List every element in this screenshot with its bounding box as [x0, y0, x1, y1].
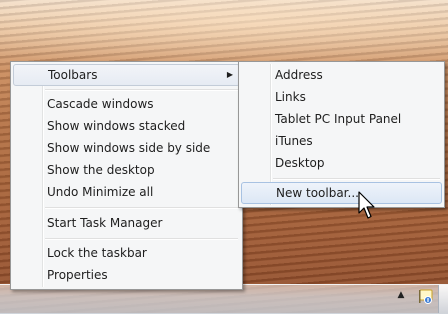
menu-item-show-windows-stacked[interactable]: Show windows stacked	[13, 115, 240, 137]
submenu-item-new-toolbar[interactable]: New toolbar...	[241, 182, 442, 204]
menu-item-label: Lock the taskbar	[47, 246, 147, 260]
menu-item-lock-taskbar[interactable]: Lock the taskbar	[13, 242, 240, 264]
menu-item-label: Desktop	[275, 156, 325, 170]
show-hidden-icons-button[interactable]: ▲	[396, 289, 406, 301]
menu-separator	[45, 238, 238, 240]
submenu-item-tablet-pc-input-panel[interactable]: Tablet PC Input Panel	[241, 108, 442, 130]
menu-item-start-task-manager[interactable]: Start Task Manager	[13, 212, 240, 234]
menu-item-show-windows-side-by-side[interactable]: Show windows side by side	[13, 137, 240, 159]
menu-item-label: Start Task Manager	[47, 216, 163, 230]
menu-item-properties[interactable]: Properties	[13, 264, 240, 286]
taskbar-context-menu: Toolbars ▶ Cascade windows Show windows …	[10, 61, 243, 290]
menu-item-label: Undo Minimize all	[47, 185, 154, 199]
menu-item-toolbars[interactable]: Toolbars ▶	[13, 64, 240, 86]
menu-item-label: iTunes	[275, 134, 313, 148]
show-desktop-button[interactable]	[438, 285, 448, 313]
menu-item-cascade-windows[interactable]: Cascade windows	[13, 93, 240, 115]
menu-item-label: Show windows stacked	[47, 119, 186, 133]
menu-item-label: Show the desktop	[47, 163, 155, 177]
submenu-item-address[interactable]: Address	[241, 64, 442, 86]
menu-item-label: Cascade windows	[47, 97, 154, 111]
menu-item-label: Address	[275, 68, 323, 82]
menu-item-label: Properties	[47, 268, 108, 282]
menu-item-show-desktop[interactable]: Show the desktop	[13, 159, 240, 181]
submenu-item-desktop[interactable]: Desktop	[241, 152, 442, 174]
submenu-item-itunes[interactable]: iTunes	[241, 130, 442, 152]
menu-item-label: Show windows side by side	[47, 141, 211, 155]
submenu-item-links[interactable]: Links	[241, 86, 442, 108]
action-center-flag-icon[interactable]	[416, 287, 434, 305]
menu-item-label: Toolbars	[48, 68, 98, 82]
chevron-right-icon: ▶	[226, 70, 233, 79]
menu-separator	[45, 89, 238, 91]
menu-separator	[45, 207, 238, 209]
menu-item-label: New toolbar...	[276, 186, 359, 200]
mouse-pointer-icon	[358, 191, 378, 221]
toolbars-submenu: Address Links Tablet PC Input Panel iTun…	[238, 61, 445, 208]
menu-item-label: Tablet PC Input Panel	[275, 112, 402, 126]
menu-item-undo-minimize-all[interactable]: Undo Minimize all	[13, 181, 240, 203]
menu-separator	[273, 178, 440, 180]
menu-item-label: Links	[275, 90, 306, 104]
